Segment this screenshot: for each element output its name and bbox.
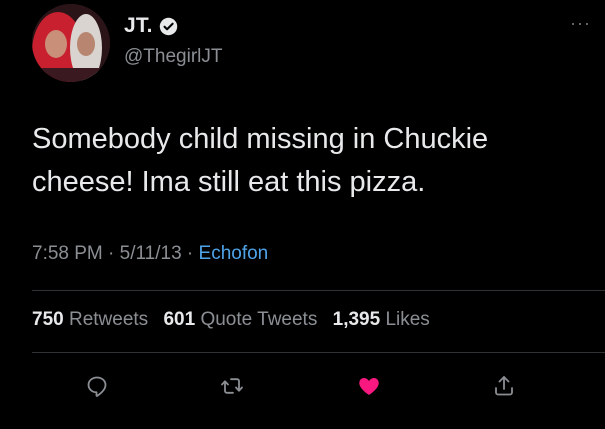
reply-icon	[87, 376, 107, 397]
divider	[32, 352, 605, 353]
tweet-source-link[interactable]: Echofon	[199, 243, 269, 264]
meta-separator: ·	[102, 243, 120, 264]
quote-tweets-label: Quote Tweets	[200, 309, 318, 330]
retweets-stat[interactable]: 750 Retweets	[32, 309, 148, 330]
avatar[interactable]	[32, 4, 110, 82]
retweet-icon	[221, 378, 243, 394]
likes-count: 1,395	[332, 309, 381, 330]
display-name[interactable]: JT.	[124, 14, 153, 38]
tweet-date[interactable]: 5/11/13	[120, 243, 182, 264]
meta-separator: ·	[181, 243, 199, 264]
heart-icon	[359, 378, 379, 395]
retweets-label: Retweets	[68, 309, 149, 330]
retweets-count: 750	[32, 309, 64, 330]
verified-badge-icon	[159, 17, 178, 36]
likes-stat[interactable]: 1,395 Likes	[333, 309, 430, 330]
tweet-stats: 750 Retweets 601 Quote Tweets 1,395 Like…	[32, 309, 440, 331]
likes-label: Likes	[385, 309, 430, 330]
more-icon[interactable]: ···	[570, 14, 591, 32]
avatar-photo-icon	[32, 4, 110, 82]
quote-tweets-count: 601	[163, 309, 196, 330]
like-button[interactable]	[349, 366, 389, 406]
action-bar	[0, 366, 605, 406]
tweet-metadata: 7:58 PM · 5/11/13 · Echofon	[32, 243, 268, 265]
tweet-card: JT. @ThegirlJT ··· Somebody child missin…	[0, 0, 605, 429]
tweet-text-line: cheese! Ima still eat this pizza.	[32, 166, 426, 198]
name-row: JT.	[124, 14, 178, 38]
share-button[interactable]	[484, 366, 524, 406]
tweet-time[interactable]: 7:58 PM	[32, 243, 103, 264]
reply-button[interactable]	[77, 366, 117, 406]
user-handle[interactable]: @ThegirlJT	[124, 46, 222, 68]
retweet-button[interactable]	[212, 366, 252, 406]
share-icon	[495, 376, 513, 396]
divider	[32, 290, 605, 291]
quote-tweets-stat[interactable]: 601 Quote Tweets	[163, 309, 317, 330]
tweet-text: Somebody child missing in Chuckie cheese…	[32, 118, 592, 204]
tweet-text-line: Somebody child missing in Chuckie	[32, 123, 489, 155]
